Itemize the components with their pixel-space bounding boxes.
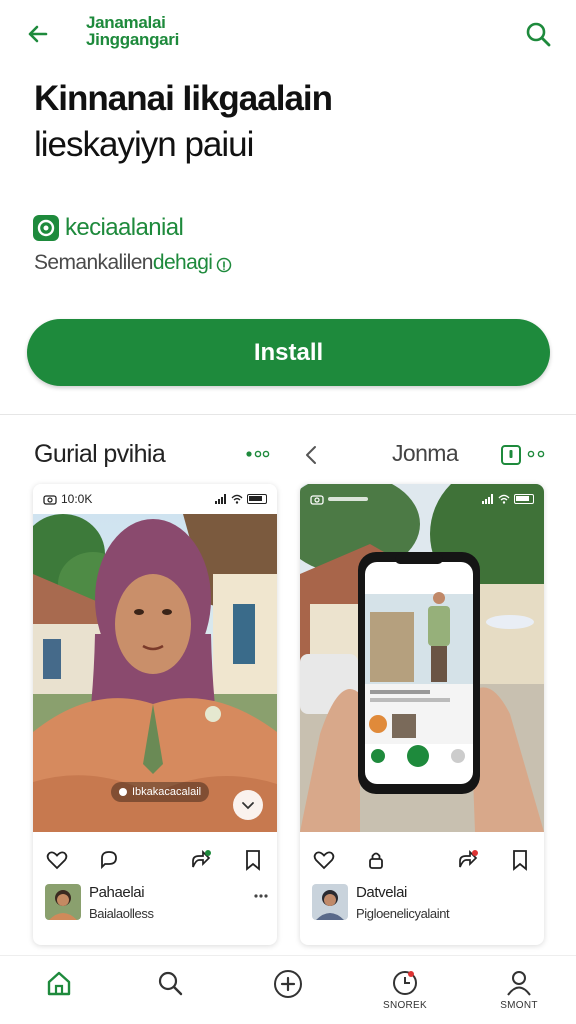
wifi-icon [231, 494, 243, 504]
author-name: Datvelai [356, 884, 407, 901]
caption-dot-icon [119, 788, 127, 796]
caption-text: Ibkakacacalail [132, 786, 202, 798]
notification-bars-icon [328, 497, 368, 501]
author-name: Pahaelai [89, 884, 145, 901]
more-horizontal-icon[interactable] [253, 892, 269, 900]
card-actions [300, 840, 544, 880]
screenshot-card-phone[interactable]: Datvelai Pigloenelicyalaint [300, 484, 544, 945]
back-button[interactable] [22, 18, 54, 50]
comment-icon[interactable] [97, 848, 121, 872]
brand-logo: Janamalai Jinggangari [86, 14, 179, 48]
system-icons [215, 494, 267, 504]
meta-text: Semankalilen [34, 251, 153, 274]
home-icon [47, 971, 71, 996]
nav-add[interactable] [258, 968, 318, 1002]
nav-activity[interactable]: SNOREK [375, 968, 435, 1011]
battery-icon [514, 494, 534, 504]
avatar [45, 884, 81, 920]
section-divider [0, 414, 576, 415]
chevron-left-icon[interactable] [300, 443, 324, 467]
expand-button[interactable] [233, 790, 263, 820]
nav-search[interactable] [140, 968, 200, 1000]
share-icon[interactable] [189, 848, 213, 872]
info-icon[interactable] [216, 255, 232, 273]
search-icon [158, 971, 183, 996]
bookmark-icon[interactable] [241, 848, 265, 872]
more-dots-icon-right[interactable] [526, 446, 548, 462]
nav-profile-label: SMONT [500, 1000, 538, 1011]
camera-icon [310, 495, 324, 505]
battery-icon [247, 494, 267, 504]
panel-title-right: Jonma [392, 440, 459, 466]
timer-icon [393, 971, 417, 995]
more-dots-icon[interactable] [244, 446, 274, 462]
bookmark-icon[interactable] [508, 848, 532, 872]
signal-icon [215, 494, 226, 504]
heart-icon[interactable] [45, 848, 69, 872]
app-meta: Semankalilen dehagi [34, 251, 232, 275]
card-actions [33, 840, 277, 880]
app-title: Kinnanai Iikgaalain lieskayiyn paiui [34, 76, 333, 168]
brand-line-2: Jinggangari [86, 30, 180, 49]
search-icon [526, 22, 551, 47]
profile-icon [507, 971, 531, 996]
signal-icon [482, 494, 493, 504]
photo-caption: Ibkakacacalail [111, 782, 210, 802]
wifi-icon [498, 494, 510, 504]
nav-home[interactable] [29, 968, 89, 1000]
app-title-line-2: lieskayiyn paiui [34, 125, 254, 164]
app-title-line-1: Kinnanai Iikgaalain [34, 79, 333, 118]
status-time: 10:0K [61, 492, 93, 506]
panel-title-left: Gurial pvihia [34, 440, 166, 468]
developer-link[interactable]: keciaalanial [33, 212, 184, 244]
nav-profile[interactable]: SMONT [489, 968, 549, 1011]
meta-accent: dehagi [152, 251, 213, 274]
share-icon[interactable] [456, 848, 480, 872]
author-subtitle: Pigloenelicyalaint [356, 906, 450, 921]
system-icons [482, 494, 534, 504]
add-icon [274, 970, 302, 998]
phone-status-bar [300, 484, 544, 514]
author-subtitle: Baialaolless [89, 906, 154, 921]
phone-status-bar: 10:0K [33, 484, 277, 514]
chevron-down-icon [242, 802, 254, 810]
arrow-left-icon [28, 25, 48, 43]
chat-icon[interactable] [500, 444, 522, 466]
developer-logo-icon [33, 215, 59, 241]
screenshot-card-selfie[interactable]: 10:0K Ibkakacacalail Pahaelai Baialaolle… [33, 484, 277, 945]
lock-icon[interactable] [364, 848, 388, 872]
bottom-navigation: SNOREK SMONT [0, 955, 576, 1024]
phone-in-hand-photo [300, 484, 544, 832]
brand-line-1: Janamalai [86, 13, 166, 32]
nav-activity-label: SNOREK [382, 1000, 428, 1011]
top-app-bar: Janamalai Jinggangari [0, 0, 576, 70]
search-button[interactable] [522, 18, 554, 50]
developer-name: keciaalanial [65, 214, 184, 241]
heart-icon[interactable] [312, 848, 336, 872]
avatar [312, 884, 348, 920]
card-author[interactable]: Datvelai Pigloenelicyalaint [312, 884, 536, 924]
camera-icon [43, 495, 57, 505]
card-author[interactable]: Pahaelai Baialaolless [45, 884, 269, 924]
install-button[interactable]: Install [27, 319, 550, 386]
